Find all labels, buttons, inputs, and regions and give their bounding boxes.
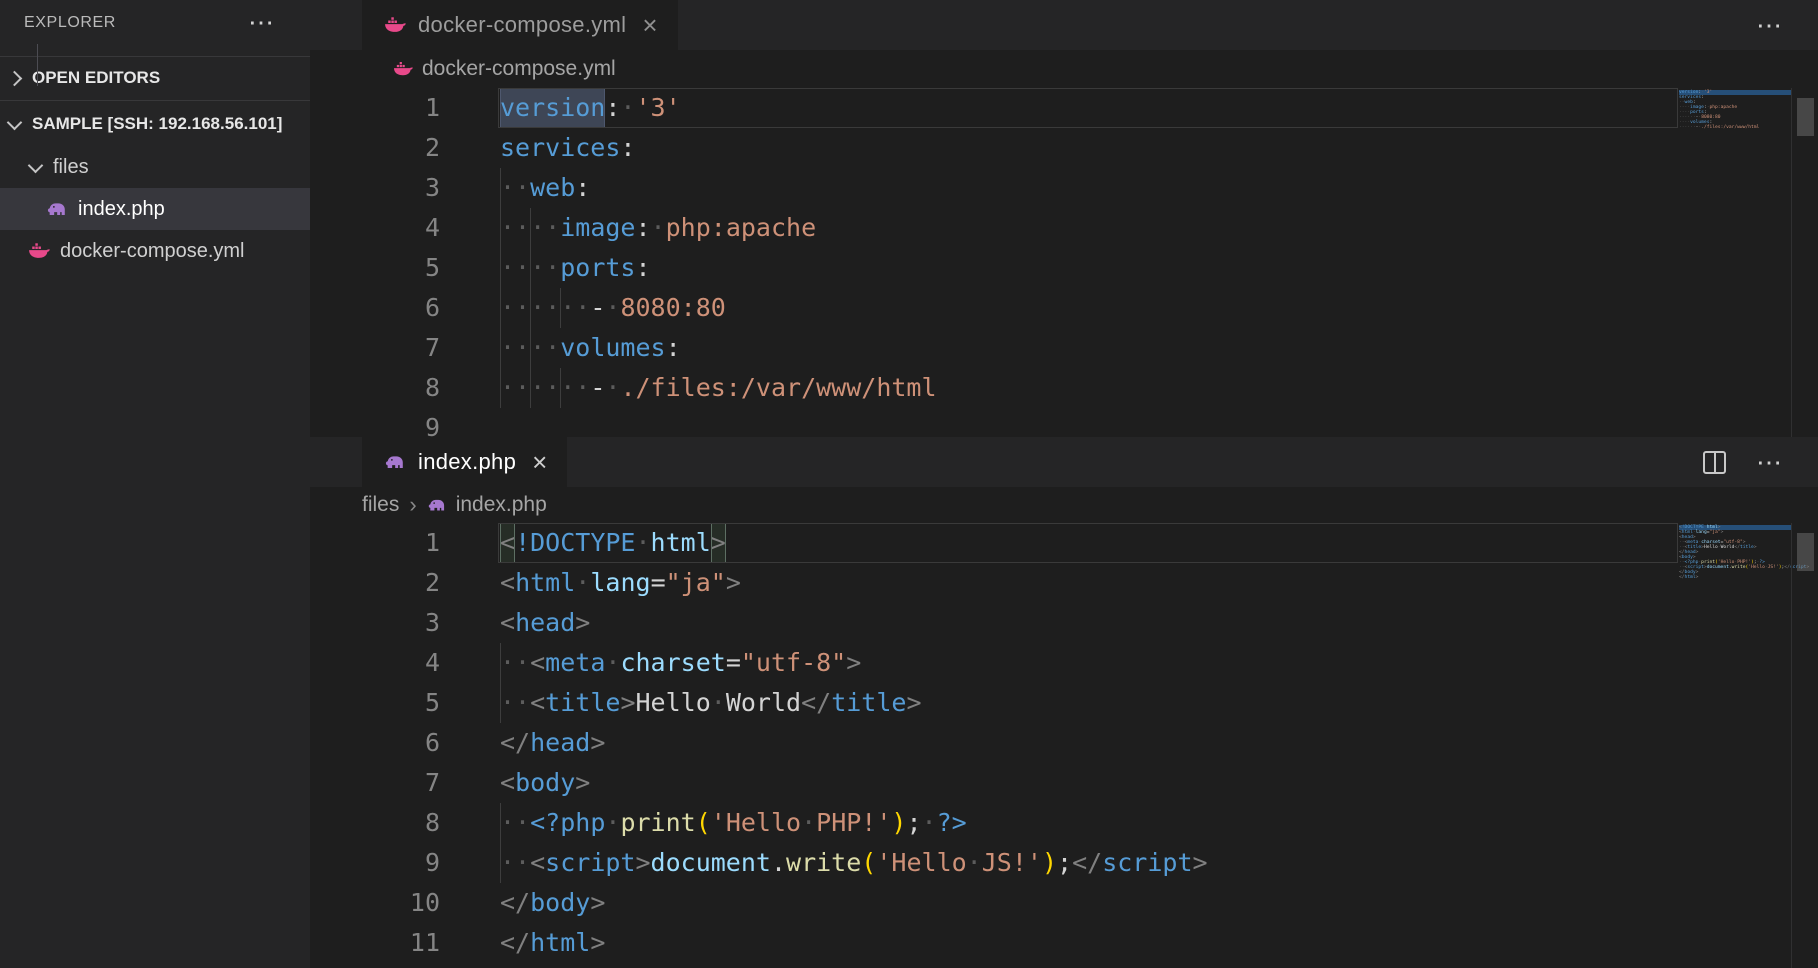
more-actions-icon[interactable]: ⋯ — [1756, 449, 1782, 475]
scrollbar[interactable] — [1791, 88, 1818, 437]
sidebar-item-files[interactable]: files — [0, 146, 340, 188]
code-line[interactable]: 12 — [310, 963, 1818, 968]
code-editor-yaml[interactable]: 1version:·'3'2services:3··web:4····image… — [310, 88, 1818, 437]
scrollbar[interactable] — [1791, 523, 1818, 968]
line-number: 7 — [310, 328, 440, 368]
line-number: 7 — [310, 763, 440, 803]
code-line[interactable]: 7····volumes: — [310, 328, 1818, 368]
line-number: 9 — [310, 843, 440, 883]
tree-indent-guide — [37, 44, 38, 86]
code-line[interactable]: 3··web: — [310, 168, 1818, 208]
code-editor-php[interactable]: 1<!DOCTYPE·html>2<html·lang="ja">3<head>… — [310, 523, 1818, 968]
line-number: 4 — [310, 643, 440, 683]
php-icon — [427, 495, 447, 515]
line-number: 10 — [310, 883, 440, 923]
php-icon — [384, 451, 406, 473]
line-number: 4 — [310, 208, 440, 248]
line-number: 12 — [310, 963, 440, 968]
line-number: 3 — [310, 603, 440, 643]
tab-index-php[interactable]: index.php × — [362, 437, 567, 487]
code-line[interactable]: 9 — [310, 408, 1818, 437]
php-icon — [46, 198, 68, 220]
breadcrumb-separator-icon: › — [409, 492, 416, 518]
item-label: index.php — [78, 198, 165, 221]
code-line[interactable]: 11</html> — [310, 923, 1818, 963]
breadcrumb-folder[interactable]: files — [362, 493, 399, 517]
breadcrumb-file[interactable]: index.php — [456, 493, 547, 517]
scrollbar-thumb[interactable] — [1797, 98, 1814, 136]
code-line[interactable]: 8··<?php·print('Hello·PHP!');·?> — [310, 803, 1818, 843]
line-number: 11 — [310, 923, 440, 963]
code-line[interactable]: 1version:·'3' — [310, 88, 1818, 128]
item-label: docker-compose.yml — [60, 240, 245, 263]
editor-group-bottom: index.php × ⋯ files › index.php 1<!DOCTY… — [310, 437, 1818, 968]
docker-icon — [393, 59, 413, 79]
editor-group-top: docker-compose.yml × ⋯ docker-compose.ym… — [310, 0, 1818, 437]
docker-icon — [28, 240, 50, 262]
section-workspace-root[interactable]: SAMPLE [SSH: 192.168.56.101] — [0, 100, 310, 147]
line-number: 8 — [310, 368, 440, 408]
line-number: 3 — [310, 168, 440, 208]
code-line[interactable]: 1<!DOCTYPE·html> — [310, 523, 1818, 563]
explorer-sidebar: EXPLORER ⋯ OPEN EDITORS SAMPLE [SSH: 192… — [0, 0, 310, 968]
code-line[interactable]: 6······-·8080:80 — [310, 288, 1818, 328]
code-line[interactable]: 7<body> — [310, 763, 1818, 803]
tab-docker-compose-yml[interactable]: docker-compose.yml × — [362, 0, 678, 50]
tab-bar: docker-compose.yml × ⋯ — [310, 0, 1818, 50]
code-line[interactable]: 4····image:·php:apache — [310, 208, 1818, 248]
split-editor-icon[interactable] — [1703, 451, 1726, 474]
code-line[interactable]: 2<html·lang="ja"> — [310, 563, 1818, 603]
minimap[interactable]: 1<!DOCTYPE·html>2<html·lang="ja">3<head>… — [1679, 525, 1791, 585]
line-number: 5 — [310, 248, 440, 288]
chevron-down-icon — [7, 114, 23, 130]
tab-label: index.php — [418, 449, 516, 475]
breadcrumb-file[interactable]: docker-compose.yml — [422, 57, 616, 81]
more-actions-icon[interactable]: ⋯ — [1756, 12, 1782, 38]
line-number: 2 — [310, 128, 440, 168]
code-line[interactable]: 5··<title>Hello·World</title> — [310, 683, 1818, 723]
code-line[interactable]: 4··<meta·charset="utf-8"> — [310, 643, 1818, 683]
minimap-line: 12 — [1679, 580, 1791, 585]
minimap[interactable]: 1version:·'3'2services:3··web:4····image… — [1679, 90, 1791, 135]
chevron-down-icon — [28, 157, 44, 173]
code-line[interactable]: 3<head> — [310, 603, 1818, 643]
tab-label: docker-compose.yml — [418, 12, 626, 38]
close-icon[interactable]: × — [642, 12, 657, 38]
sidebar-item-docker-compose-yml[interactable]: docker-compose.yml — [0, 230, 338, 272]
line-number: 9 — [310, 408, 440, 437]
section-label: SAMPLE [SSH: 192.168.56.101] — [32, 114, 282, 134]
close-icon[interactable]: × — [532, 449, 547, 475]
line-number: 2 — [310, 563, 440, 603]
section-label: OPEN EDITORS — [32, 68, 160, 88]
line-number: 1 — [310, 88, 440, 128]
scrollbar-thumb[interactable] — [1797, 533, 1814, 571]
minimap-line: 9 — [1679, 130, 1791, 135]
sidebar-item-index-php[interactable]: index.php — [0, 188, 356, 230]
tab-bar: index.php × ⋯ — [310, 437, 1818, 487]
section-open-editors[interactable]: OPEN EDITORS — [0, 56, 310, 99]
chevron-right-icon — [7, 70, 23, 86]
docker-icon — [384, 14, 406, 36]
sidebar-title: EXPLORER — [24, 0, 116, 46]
code-line[interactable]: 8······-·./files:/var/www/html — [310, 368, 1818, 408]
line-number: 1 — [310, 523, 440, 563]
code-line[interactable]: 2services: — [310, 128, 1818, 168]
line-number: 5 — [310, 683, 440, 723]
breadcrumb: files › index.php — [310, 487, 1818, 523]
code-line[interactable]: 9··<script>document.write('Hello·JS!');<… — [310, 843, 1818, 883]
breadcrumb: docker-compose.yml — [310, 50, 1818, 88]
sidebar-more-actions-icon[interactable]: ⋯ — [248, 0, 274, 46]
item-label: files — [53, 156, 89, 179]
code-line[interactable]: 6</head> — [310, 723, 1818, 763]
line-number: 6 — [310, 288, 440, 328]
line-number: 8 — [310, 803, 440, 843]
code-line[interactable]: 10</body> — [310, 883, 1818, 923]
code-line[interactable]: 5····ports: — [310, 248, 1818, 288]
line-number: 6 — [310, 723, 440, 763]
